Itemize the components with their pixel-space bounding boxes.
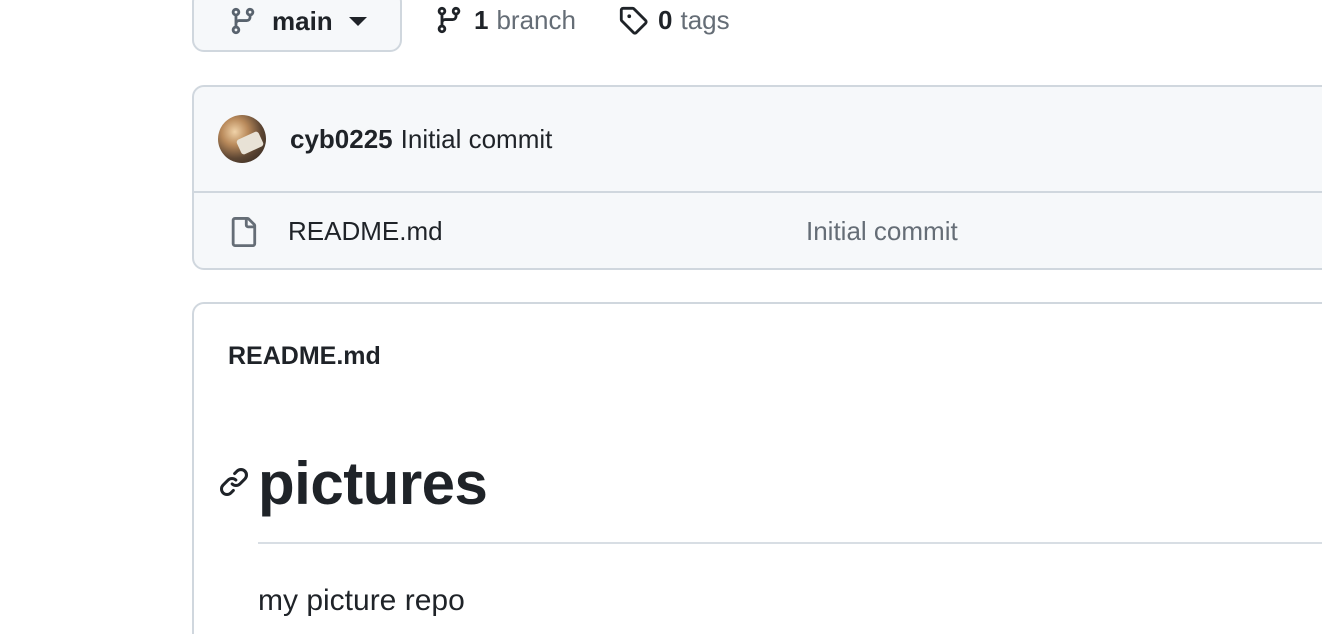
file-row[interactable]: README.md Initial commit — [194, 193, 1322, 268]
branch-count: 1 — [474, 5, 489, 35]
tag-count: 0 — [658, 5, 673, 35]
commit-author-link[interactable]: cyb0225 — [290, 124, 393, 155]
heading-divider — [258, 542, 1322, 544]
git-branch-icon — [434, 5, 464, 35]
branch-word: branch — [496, 5, 576, 35]
commit-message-link[interactable]: Initial commit — [401, 124, 553, 155]
git-branch-icon — [228, 6, 258, 36]
readme-body-text: my picture repo — [258, 584, 465, 617]
link-icon[interactable] — [218, 466, 250, 498]
tag-icon — [618, 5, 648, 35]
repo-page: main 1 branch 0 tags cyb0225 Initial com… — [0, 0, 1322, 634]
tags-link[interactable]: 0 tags — [618, 4, 730, 36]
tag-word: tags — [680, 5, 730, 35]
readme-file-title[interactable]: README.md — [228, 342, 381, 371]
file-name-link[interactable]: README.md — [288, 216, 443, 247]
file-icon — [228, 215, 258, 249]
avatar[interactable] — [218, 115, 266, 163]
current-branch-label: main — [272, 6, 333, 36]
latest-commit-row: cyb0225 Initial commit — [194, 87, 1322, 193]
branches-link[interactable]: 1 branch — [434, 4, 576, 36]
caret-down-icon — [348, 17, 367, 26]
readme-panel: README.md pictures my picture repo — [192, 302, 1322, 634]
readme-heading: pictures — [258, 450, 488, 517]
branch-selector-button[interactable]: main — [192, 0, 402, 52]
file-listing: cyb0225 Initial commit README.md Initial… — [192, 85, 1322, 270]
file-commit-message-link[interactable]: Initial commit — [806, 216, 958, 247]
